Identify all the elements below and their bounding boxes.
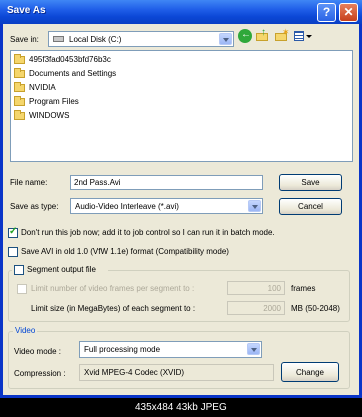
file-name-value: 2nd Pass.Avi xyxy=(74,178,121,187)
change-button[interactable]: Change xyxy=(281,362,339,382)
save-button[interactable]: Save xyxy=(279,174,342,191)
chevron-down-icon[interactable] xyxy=(247,343,260,355)
dont-run-checkbox[interactable] xyxy=(8,226,18,238)
limit-frames-checkbox[interactable] xyxy=(17,284,27,294)
video-legend: Video xyxy=(13,326,38,335)
frames-input[interactable]: 100 xyxy=(227,281,285,295)
size-input[interactable]: 2000 xyxy=(227,301,285,315)
drive-icon xyxy=(53,36,64,42)
save-in-label: Save in: xyxy=(10,35,39,44)
folder-icon xyxy=(14,54,25,64)
compression-label: Compression : xyxy=(14,369,66,378)
segment-header: Segment output file xyxy=(12,264,108,276)
chevron-down-icon[interactable] xyxy=(248,200,261,212)
file-name-label: File name: xyxy=(10,178,48,187)
save-in-combo[interactable]: Local Disk (C:) xyxy=(48,31,234,47)
segment-checkbox[interactable] xyxy=(14,265,24,275)
folder-icon xyxy=(14,68,25,78)
save-as-type-value: Audio-Video Interleave (*.avi) xyxy=(75,202,179,211)
frames-unit: frames xyxy=(291,284,316,293)
segment-label[interactable]: Segment output file xyxy=(27,265,96,274)
save-as-type-label: Save as type: xyxy=(10,202,59,211)
segment-group xyxy=(8,270,350,322)
back-icon[interactable]: ← xyxy=(238,29,252,43)
size-unit: MB (50-2048) xyxy=(291,304,340,313)
chevron-down-icon[interactable] xyxy=(219,33,232,45)
save-as-type-combo[interactable]: Audio-Video Interleave (*.avi) xyxy=(70,198,263,214)
cancel-button[interactable]: Cancel xyxy=(279,198,342,215)
help-button[interactable]: ? xyxy=(317,3,336,22)
limit-frames-label: Limit number of video frames per segment… xyxy=(31,284,195,293)
dont-run-label[interactable]: Don't run this job now; add it to job co… xyxy=(21,228,275,237)
image-info-bar: 435x484 43kb JPEG xyxy=(0,398,362,417)
video-mode-combo[interactable]: Full processing mode xyxy=(79,341,262,358)
image-info-text: 435x484 43kb JPEG xyxy=(135,402,227,413)
folder-icon xyxy=(14,96,25,106)
file-name-input[interactable]: 2nd Pass.Avi xyxy=(70,175,263,190)
save-in-value: Local Disk (C:) xyxy=(69,35,122,44)
compression-field: Xvid MPEG-4 Codec (XVID) xyxy=(79,364,274,381)
folder-icon xyxy=(14,110,25,120)
save-as-dialog: Save As ? ✕ Save in: Local Disk (C:) ← ↑… xyxy=(0,0,362,398)
dialog-body: Save in: Local Disk (C:) ← ↑ ✶ 495f3fad0… xyxy=(3,24,359,395)
close-button[interactable]: ✕ xyxy=(339,3,358,22)
old-avi-checkbox[interactable] xyxy=(8,247,18,257)
window-title: Save As xyxy=(7,5,46,16)
title-bar[interactable]: Save As ? ✕ xyxy=(0,0,362,24)
folder-icon xyxy=(14,82,25,92)
video-mode-value: Full processing mode xyxy=(84,345,161,354)
new-folder-icon[interactable]: ✶ xyxy=(275,27,290,43)
up-folder-icon[interactable]: ↑ xyxy=(256,27,270,43)
limit-size-label: Limit size (in MegaBytes) of each segmen… xyxy=(31,304,196,313)
view-menu-icon[interactable] xyxy=(294,30,312,42)
old-avi-label[interactable]: Save AVI in old 1.0 (VfW 1.1e) format (C… xyxy=(21,247,229,256)
video-mode-label: Video mode : xyxy=(14,347,61,356)
file-list[interactable]: 495f3fad0453bfd76b3c Documents and Setti… xyxy=(10,50,353,162)
